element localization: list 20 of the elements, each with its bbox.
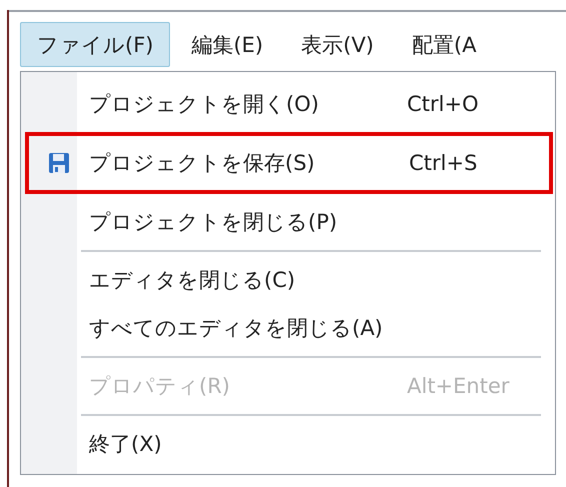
menu-item-label: プロパティ(R) [89,373,231,400]
menu-bar-item[interactable]: 編集(E) [174,22,280,67]
menu-item-label: エディタを閉じる(C) [89,267,296,294]
menu-item-label: すべてのエディタを閉じる(A) [89,315,384,342]
menu-item-label: 終了(X) [89,431,163,458]
menu-item-label: プロジェクトを閉じる(P) [89,209,338,236]
shortcut-text: Ctrl+S [409,151,478,175]
menu-item[interactable]: 終了(X) [25,420,551,468]
menu-item-label: プロジェクトを開く(O) [89,91,320,118]
menu-item[interactable]: プロジェクトを開く(O) Ctrl+O [25,80,551,128]
menu-item[interactable]: プロジェクトを閉じる(P) [25,198,551,246]
menu-item[interactable]: プロジェクトを保存(S) Ctrl+S [25,132,553,194]
menu-bar-item[interactable]: ファイル(F) [20,22,170,67]
menu-bar-item[interactable]: 配置(A [394,22,494,67]
menu-item[interactable]: エディタを閉じる(C) [25,256,551,304]
shortcut-text: Alt+Enter [407,374,510,398]
menu-item-label: プロジェクトを保存(S) [89,150,316,177]
menu-item[interactable]: すべてのエディタを閉じる(A) [25,304,551,352]
menu-bar-item[interactable]: 表示(V) [284,22,391,67]
shortcut-text: Ctrl+O [407,92,480,116]
